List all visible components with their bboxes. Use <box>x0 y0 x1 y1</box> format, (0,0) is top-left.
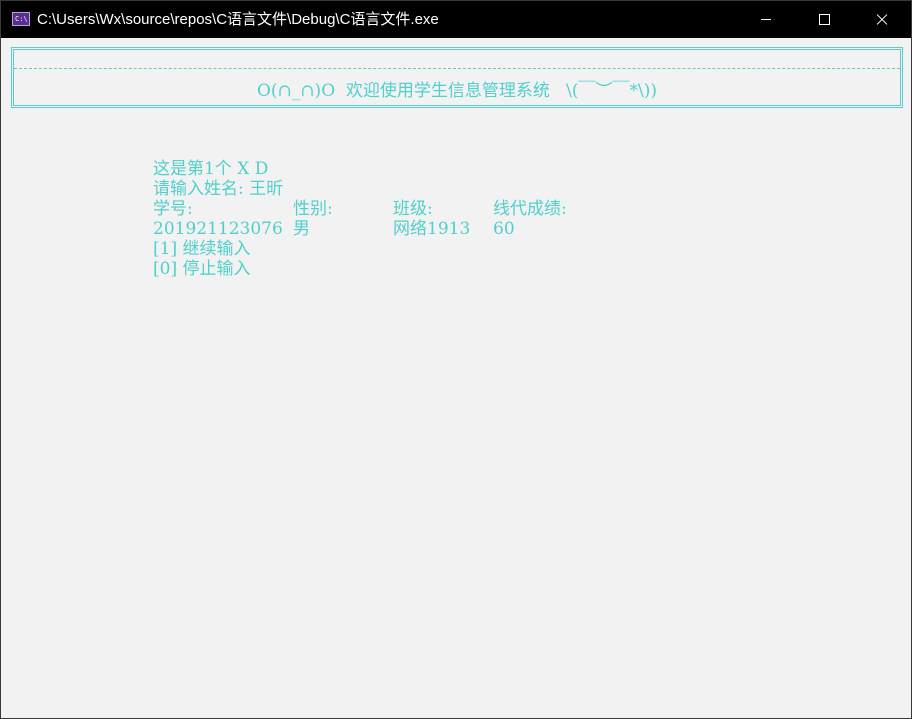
console-output[interactable]: O(∩_∩)O 欢迎使用学生信息管理系统 \(￣︶￣*\)) 这是第1个 X D… <box>1 38 911 718</box>
header-class: 班级: <box>393 199 433 219</box>
minimize-icon <box>761 19 771 20</box>
welcome-banner: O(∩_∩)O 欢迎使用学生信息管理系统 \(￣︶￣*\)) <box>11 47 903 108</box>
maximize-icon <box>818 14 830 25</box>
title-bar[interactable]: C:\ C:\Users\Wx\source\repos\C语言文件\Debug… <box>1 1 911 38</box>
maximize-button[interactable] <box>795 1 853 38</box>
header-score: 线代成绩: <box>493 199 567 219</box>
menu-option-stop: [0] 停止输入 <box>153 259 251 279</box>
console-app-icon: C:\ <box>12 12 30 26</box>
header-gender: 性别: <box>293 199 333 219</box>
name-prompt-line: 请输入姓名: 王昕 <box>153 179 284 199</box>
value-student-id: 201921123076 <box>153 219 283 239</box>
value-score: 60 <box>493 219 515 239</box>
value-class: 网络1913 <box>393 219 471 239</box>
field-value-row: 201921123076 男 网络1913 60 <box>153 219 713 239</box>
close-icon <box>876 14 888 26</box>
header-student-id: 学号: <box>153 199 193 219</box>
close-button[interactable] <box>853 1 911 38</box>
field-header-row: 学号: 性别: 班级: 线代成绩: <box>153 199 713 219</box>
window-title: C:\Users\Wx\source\repos\C语言文件\Debug\C语言… <box>37 11 439 28</box>
console-window: C:\ C:\Users\Wx\source\repos\C语言文件\Debug… <box>0 0 912 719</box>
minimize-button[interactable] <box>737 1 795 38</box>
value-gender: 男 <box>293 219 310 239</box>
banner-divider <box>14 68 900 69</box>
banner-title: O(∩_∩)O 欢迎使用学生信息管理系统 \(￣︶￣*\)) <box>257 81 657 101</box>
record-counter-line: 这是第1个 X D <box>153 159 269 179</box>
menu-option-continue: [1] 继续输入 <box>153 239 251 259</box>
